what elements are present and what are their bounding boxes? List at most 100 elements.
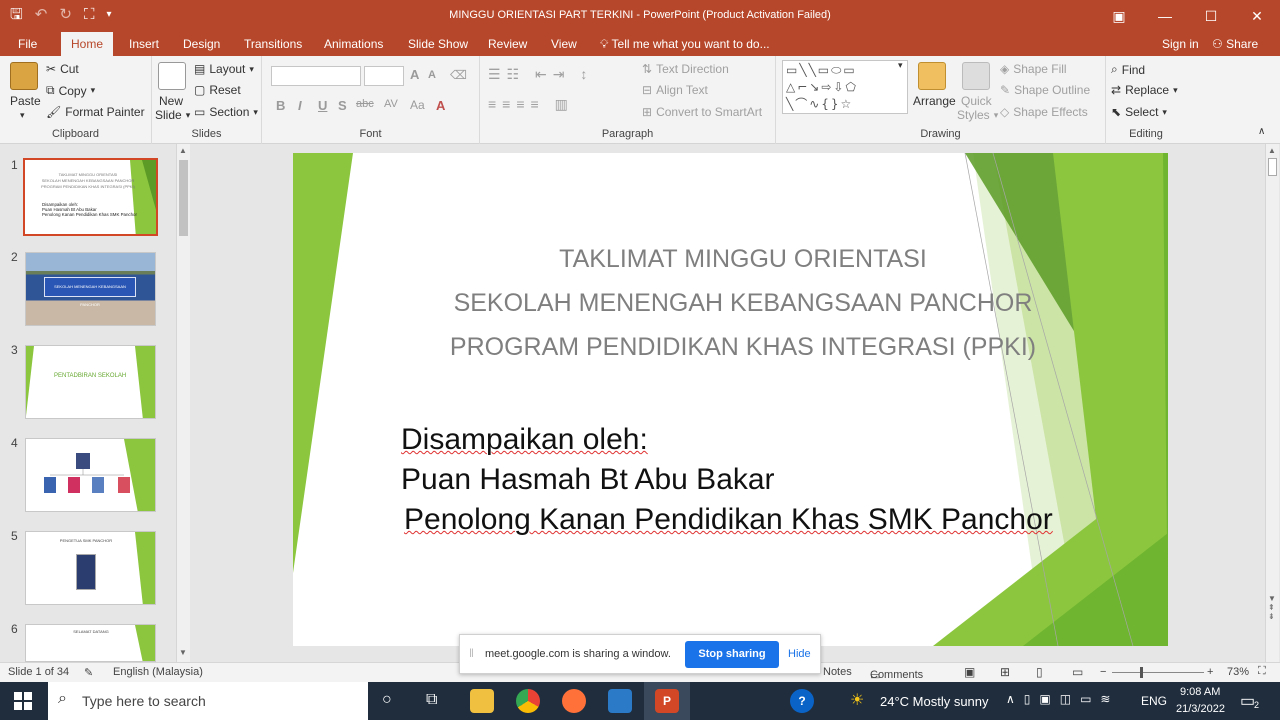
slide-thumbnail-1[interactable]: TAKLIMAT MINGGU ORIENTASI SEKOLAH MENENG… bbox=[23, 158, 158, 236]
slide-title-line-2[interactable]: SEKOLAH MENENGAH KEBANGSAAN PANCHOR bbox=[403, 289, 1083, 318]
help-icon[interactable]: ? bbox=[790, 689, 814, 713]
taskbar-search-box[interactable]: ⌕ Type here to search bbox=[48, 682, 368, 720]
layout-button[interactable]: ▤ Layout ▾ bbox=[194, 62, 254, 76]
shapes-gallery[interactable]: ▭╲╲▭⬭▭ △⌐↘⇨⇩⬠ ╲⌒∿{}☆ bbox=[782, 60, 908, 114]
tab-file[interactable]: File bbox=[18, 32, 37, 56]
quick-styles-icon[interactable] bbox=[962, 62, 990, 90]
slide-sorter-icon[interactable]: ⊞ bbox=[1000, 665, 1010, 679]
shape-fill-button[interactable]: ◈ Shape Fill bbox=[1000, 62, 1067, 76]
scroll-up-icon[interactable]: ▲ bbox=[1268, 146, 1276, 155]
arrange-button[interactable]: Arrange bbox=[913, 94, 956, 108]
list-indent-buttons[interactable]: ☰☷ ⇤⇥ ↕ bbox=[488, 66, 593, 83]
slide-scrollbar[interactable]: ▲ ▼ ⇞ ⇟ bbox=[1265, 144, 1279, 662]
tab-home[interactable]: Home bbox=[61, 32, 114, 56]
slide-thumbnail-5[interactable]: PENGETUA SMK PANCHOR bbox=[25, 531, 156, 605]
tab-design[interactable]: Design bbox=[183, 32, 220, 56]
hide-button[interactable]: Hide bbox=[788, 648, 811, 660]
new-slide-label-1[interactable]: New bbox=[159, 94, 183, 108]
replace-button[interactable]: ⇄ Replace ▾ bbox=[1111, 83, 1178, 97]
collapse-ribbon-icon[interactable]: ∧ bbox=[1258, 126, 1265, 137]
zoom-out-button[interactable]: − bbox=[1100, 666, 1106, 678]
shape-effects-button[interactable]: ◇ Shape Effects bbox=[1000, 105, 1088, 119]
paste-button[interactable]: Paste bbox=[10, 94, 41, 108]
firefox-icon[interactable] bbox=[562, 689, 586, 713]
zoom-in-button[interactable]: + bbox=[1207, 666, 1213, 678]
maximize-button[interactable]: ☐ bbox=[1188, 0, 1234, 32]
notification-icon[interactable]: ▭ bbox=[1240, 691, 1255, 711]
clock-time[interactable]: 9:08 AM bbox=[1180, 686, 1220, 698]
tab-slide-show[interactable]: Slide Show bbox=[408, 32, 468, 56]
slide-thumbnail-4[interactable] bbox=[25, 438, 156, 512]
ribbon-display-options-button[interactable]: ▣ bbox=[1096, 0, 1142, 32]
fit-slide-icon[interactable]: ⛶ bbox=[1258, 665, 1266, 678]
normal-view-icon[interactable]: ▣ bbox=[964, 665, 975, 679]
shapes-scroll-icon[interactable]: ▾ bbox=[898, 60, 903, 71]
slide-canvas[interactable]: TAKLIMAT MINGGU ORIENTASI SEKOLAH MENENG… bbox=[293, 153, 1168, 646]
share-button[interactable]: ⚇ Share bbox=[1212, 32, 1258, 56]
arrange-icon[interactable] bbox=[918, 62, 946, 90]
slide-title-line-1[interactable]: TAKLIMAT MINGGU ORIENTASI bbox=[403, 245, 1083, 274]
quick-styles-button[interactable]: Styles ▾ bbox=[957, 108, 998, 122]
spellcheck-icon[interactable]: ✎ bbox=[84, 666, 93, 679]
scroll-down-icon[interactable]: ▼ bbox=[179, 648, 187, 657]
cortana-icon[interactable]: ○ bbox=[382, 691, 392, 709]
presenter-label[interactable]: Disampaikan oleh: bbox=[401, 423, 648, 457]
character-spacing-button[interactable]: AV bbox=[384, 98, 398, 110]
clear-formatting-icon[interactable]: ⌫ bbox=[450, 68, 467, 82]
find-button[interactable]: ⌕ Find bbox=[1111, 62, 1145, 77]
slide-title-line-3[interactable]: PROGRAM PENDIDIKAN KHAS INTEGRASI (PPKI) bbox=[403, 333, 1083, 362]
clock-date[interactable]: 21/3/2022 bbox=[1176, 703, 1225, 715]
scrollbar-thumb[interactable] bbox=[1268, 158, 1277, 176]
new-slide-button[interactable]: Slide ▾ bbox=[155, 108, 190, 122]
shape-outline-button[interactable]: ✎ Shape Outline bbox=[1000, 83, 1090, 97]
zoom-slider[interactable] bbox=[1112, 672, 1204, 673]
windows-start-icon[interactable] bbox=[14, 692, 32, 710]
reset-button[interactable]: ▢ Reset bbox=[194, 83, 241, 97]
zoom-level[interactable]: 73% bbox=[1227, 666, 1249, 678]
bold-button[interactable]: B bbox=[276, 98, 285, 113]
tab-insert[interactable]: Insert bbox=[129, 32, 159, 56]
slide-thumbnail-6[interactable]: SELAMAT DATANG bbox=[25, 624, 156, 662]
slideshow-view-icon[interactable]: ▭ bbox=[1072, 665, 1083, 679]
tab-view[interactable]: View bbox=[551, 32, 577, 56]
presenter-name[interactable]: Puan Hasmah Bt Abu Bakar bbox=[401, 463, 775, 497]
new-slide-icon[interactable] bbox=[158, 62, 186, 90]
align-text-button[interactable]: ⊟ Align Text bbox=[642, 83, 708, 97]
chrome-icon[interactable] bbox=[516, 689, 540, 713]
text-shadow-button[interactable]: S bbox=[338, 98, 347, 113]
presenter-role[interactable]: Penolong Kanan Pendidikan Khas SMK Panch… bbox=[404, 503, 1053, 537]
task-view-icon[interactable]: ⧉ bbox=[426, 691, 437, 709]
paste-dropdown-icon[interactable]: ▾ bbox=[20, 110, 25, 121]
tab-animations[interactable]: Animations bbox=[324, 32, 383, 56]
tab-transitions[interactable]: Transitions bbox=[244, 32, 302, 56]
close-button[interactable]: ✕ bbox=[1234, 0, 1280, 32]
photos-icon[interactable] bbox=[608, 689, 632, 713]
zoom-slider-thumb[interactable] bbox=[1140, 667, 1143, 678]
text-direction-button[interactable]: ⇅ Text Direction bbox=[642, 62, 729, 76]
input-language[interactable]: ENG bbox=[1141, 694, 1167, 708]
font-color-button[interactable]: A bbox=[436, 98, 445, 113]
select-button[interactable]: ⬉ Select ▾ bbox=[1111, 105, 1167, 119]
decrease-font-size-button[interactable]: A bbox=[428, 69, 436, 81]
system-tray-icons[interactable]: ∧▯▣◫▭≋ bbox=[1006, 692, 1119, 706]
underline-button[interactable]: U bbox=[318, 98, 327, 113]
copy-button[interactable]: ⧉ Copy ▾ bbox=[46, 83, 95, 98]
italic-button[interactable]: I bbox=[298, 98, 302, 113]
alignment-buttons[interactable]: ≡≡≡≡ ▥ bbox=[488, 96, 574, 113]
font-size-combo[interactable] bbox=[364, 66, 404, 86]
increase-font-size-button[interactable]: A bbox=[410, 67, 419, 82]
drag-handle-icon[interactable]: ‖ bbox=[469, 646, 474, 660]
slide-thumbnail-2[interactable]: SEKOLAH MENENGAH KEBANGSAAN PANCHOR bbox=[25, 252, 156, 326]
powerpoint-taskbar-item[interactable]: P bbox=[644, 682, 690, 720]
cut-button[interactable]: ✂ Cut bbox=[46, 62, 79, 76]
minimize-button[interactable]: — bbox=[1142, 0, 1188, 32]
quick-styles-label-1[interactable]: Quick bbox=[961, 94, 992, 108]
scroll-up-icon[interactable]: ▲ bbox=[179, 146, 187, 155]
language-indicator[interactable]: English (Malaysia) bbox=[113, 666, 203, 678]
reading-view-icon[interactable]: ▯ bbox=[1036, 665, 1043, 679]
notes-button[interactable]: Notes bbox=[823, 666, 852, 678]
page-nav-icons[interactable]: ▼ ⇞ ⇟ bbox=[1268, 594, 1276, 621]
file-explorer-icon[interactable] bbox=[470, 689, 494, 713]
convert-smartart-button[interactable]: ⊞ Convert to SmartArt bbox=[642, 105, 762, 119]
format-painter-button[interactable]: 🖌︎ Format Painter bbox=[46, 105, 145, 119]
